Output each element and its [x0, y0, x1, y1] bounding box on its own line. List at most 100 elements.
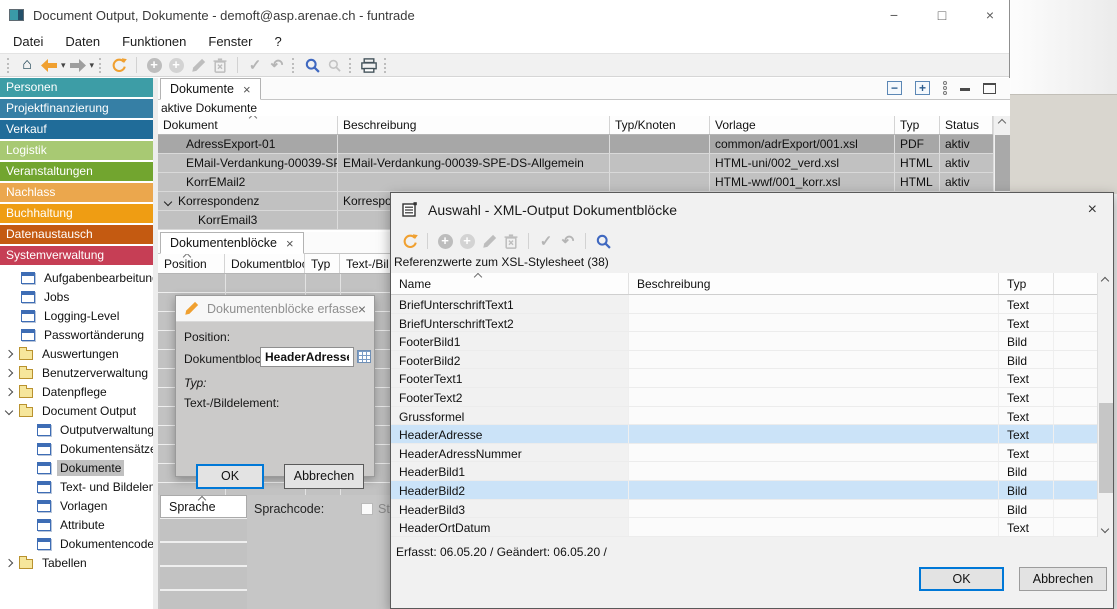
chevron-right-icon[interactable]	[5, 349, 13, 357]
col-beschreibung[interactable]: Beschreibung	[338, 116, 610, 134]
cancel-button[interactable]: Abbrechen	[284, 464, 364, 489]
confirm-button[interactable]: ✓	[245, 55, 265, 75]
tree-item-document-output[interactable]: Document Output	[0, 401, 153, 420]
col-beschreibung[interactable]: Beschreibung	[629, 273, 999, 294]
standard-checkbox[interactable]	[361, 503, 373, 515]
menu-help[interactable]: ?	[263, 32, 292, 51]
table-row[interactable]: EMail-Verdankung-00039-SPE-D EMail-Verda…	[158, 154, 993, 173]
col-typ[interactable]: Typ	[895, 116, 940, 134]
chevron-down-icon[interactable]	[5, 406, 13, 414]
scroll-thumb[interactable]	[1099, 403, 1113, 493]
col-sprache[interactable]: Sprache	[160, 495, 247, 518]
tree-item-passwortaenderung[interactable]: Passwortänderung	[0, 325, 153, 344]
tab-dokumente[interactable]: Dokumente ×	[160, 78, 261, 100]
list-item[interactable]: FooterText2Text	[391, 388, 1113, 407]
ok-button[interactable]: OK	[919, 567, 1004, 591]
sidebar-section-datenaustausch[interactable]: Datenaustausch	[0, 225, 153, 244]
close-button[interactable]: ×	[981, 7, 999, 23]
tab-close-icon[interactable]: ×	[286, 236, 294, 251]
table-row[interactable]: KorrEMail2 HTML-wwf/001_korr.xsl HTML ak…	[158, 173, 993, 192]
tree-item-tabellen[interactable]: Tabellen	[0, 553, 153, 572]
edit-button[interactable]	[188, 55, 208, 75]
expand-all-icon[interactable]: +	[915, 81, 930, 95]
tree-item-outputverwaltung[interactable]: Outputverwaltung	[0, 420, 153, 439]
toolbar-grip[interactable]	[7, 58, 12, 73]
tree-item-attribute[interactable]: Attribute	[0, 515, 153, 534]
undo-button[interactable]: ↶	[267, 55, 287, 75]
back-button[interactable]	[39, 55, 59, 75]
more-options-icon[interactable]	[943, 81, 947, 95]
list-item[interactable]: BriefUnterschriftText1Text	[391, 295, 1113, 314]
tree-item-logging-level[interactable]: Logging-Level	[0, 306, 153, 325]
menu-fenster[interactable]: Fenster	[197, 32, 263, 51]
list-item[interactable]: FooterText1Text	[391, 369, 1113, 388]
list-item[interactable]: FooterBild2Bild	[391, 351, 1113, 370]
list-item[interactable]: HeaderBild1Bild	[391, 462, 1113, 481]
tree-item-jobs[interactable]: Jobs	[0, 287, 153, 306]
tree-item-benutzerverwaltung[interactable]: Benutzerverwaltung	[0, 363, 153, 382]
col-position[interactable]: Position	[158, 254, 225, 273]
chevron-right-icon[interactable]	[5, 387, 13, 395]
chevron-down-icon[interactable]	[164, 198, 172, 206]
search-button[interactable]	[302, 55, 322, 75]
tree-item-text-und-bildelemente[interactable]: Text- und Bildeleme	[0, 477, 153, 496]
list-item-selected[interactable]: HeaderAdresseText	[391, 425, 1113, 444]
sidebar-section-buchhaltung[interactable]: Buchhaltung	[0, 204, 153, 223]
print-button[interactable]	[359, 55, 379, 75]
col-typ[interactable]: Typ	[305, 254, 340, 273]
tree-item-auswertungen[interactable]: Auswertungen	[0, 344, 153, 363]
tree-item-dokumentensaetze[interactable]: Dokumentensätze	[0, 439, 153, 458]
auswahl-scrollbar[interactable]	[1097, 273, 1113, 537]
tree-item-aufgabenbearbeitung[interactable]: Aufgabenbearbeitung	[0, 268, 153, 287]
panel-minimize-icon[interactable]	[960, 88, 970, 91]
scroll-thumb[interactable]	[995, 135, 1010, 191]
refresh-button[interactable]	[400, 231, 420, 251]
undo-button[interactable]: ↶	[558, 231, 578, 251]
scroll-down-icon[interactable]	[1101, 525, 1109, 533]
list-item[interactable]: HeaderOrtDatumText	[391, 518, 1113, 537]
toolbar-grip[interactable]	[99, 58, 104, 73]
col-dokumentblock[interactable]: Dokumentblock	[225, 254, 305, 273]
add-button[interactable]: +	[144, 55, 164, 75]
list-item[interactable]: BriefUnterschriftText2Text	[391, 314, 1113, 333]
menu-datei[interactable]: Datei	[2, 32, 54, 51]
toolbar-grip[interactable]	[292, 58, 297, 73]
col-status[interactable]: Status	[940, 116, 993, 134]
list-item[interactable]: GrussformelText	[391, 407, 1113, 426]
add-button[interactable]: +	[435, 231, 455, 251]
delete-button[interactable]	[501, 231, 521, 251]
chevron-right-icon[interactable]	[5, 558, 13, 566]
col-dokument[interactable]: Dokument	[158, 116, 338, 134]
col-typ-knoten[interactable]: Typ/Knoten	[610, 116, 710, 134]
collapse-all-icon[interactable]: −	[887, 81, 902, 95]
search-secondary-button[interactable]	[324, 55, 344, 75]
tree-item-vorlagen[interactable]: Vorlagen	[0, 496, 153, 515]
back-caret-icon[interactable]: ▾	[61, 60, 66, 71]
forward-button[interactable]	[68, 55, 88, 75]
cancel-button[interactable]: Abbrechen	[1019, 567, 1107, 591]
tree-item-datenpflege[interactable]: Datenpflege	[0, 382, 153, 401]
refresh-button[interactable]	[109, 55, 129, 75]
lookup-grid-icon[interactable]	[357, 350, 371, 363]
col-vorlage[interactable]: Vorlage	[710, 116, 895, 134]
edit-button[interactable]	[479, 231, 499, 251]
col-name[interactable]: Name	[391, 273, 629, 294]
col-typ[interactable]: Typ	[999, 273, 1054, 294]
scroll-up-icon[interactable]	[998, 119, 1006, 127]
maximize-button[interactable]: □	[933, 7, 951, 23]
panel-maximize-icon[interactable]	[983, 83, 996, 94]
tree-item-dokumente[interactable]: Dokumente	[0, 458, 153, 477]
tab-close-icon[interactable]: ×	[243, 82, 251, 97]
sidebar-section-nachlass[interactable]: Nachlass	[0, 183, 153, 202]
toolbar-grip[interactable]	[349, 58, 354, 73]
dokumentblock-input[interactable]	[260, 347, 354, 367]
sidebar-section-systemverwaltung[interactable]: Systemverwaltung	[0, 246, 153, 265]
list-item[interactable]: HeaderBild3Bild	[391, 500, 1113, 519]
sidebar-section-projektfinanzierung[interactable]: Projektfinanzierung	[0, 99, 153, 118]
sidebar-section-logistik[interactable]: Logistik	[0, 141, 153, 160]
minimize-button[interactable]: −	[885, 7, 903, 23]
forward-caret-icon[interactable]: ▾	[90, 60, 95, 71]
chevron-right-icon[interactable]	[5, 368, 13, 376]
sidebar-section-verkauf[interactable]: Verkauf	[0, 120, 153, 139]
tree-item-dokumentencodes[interactable]: Dokumentencodes	[0, 534, 153, 553]
